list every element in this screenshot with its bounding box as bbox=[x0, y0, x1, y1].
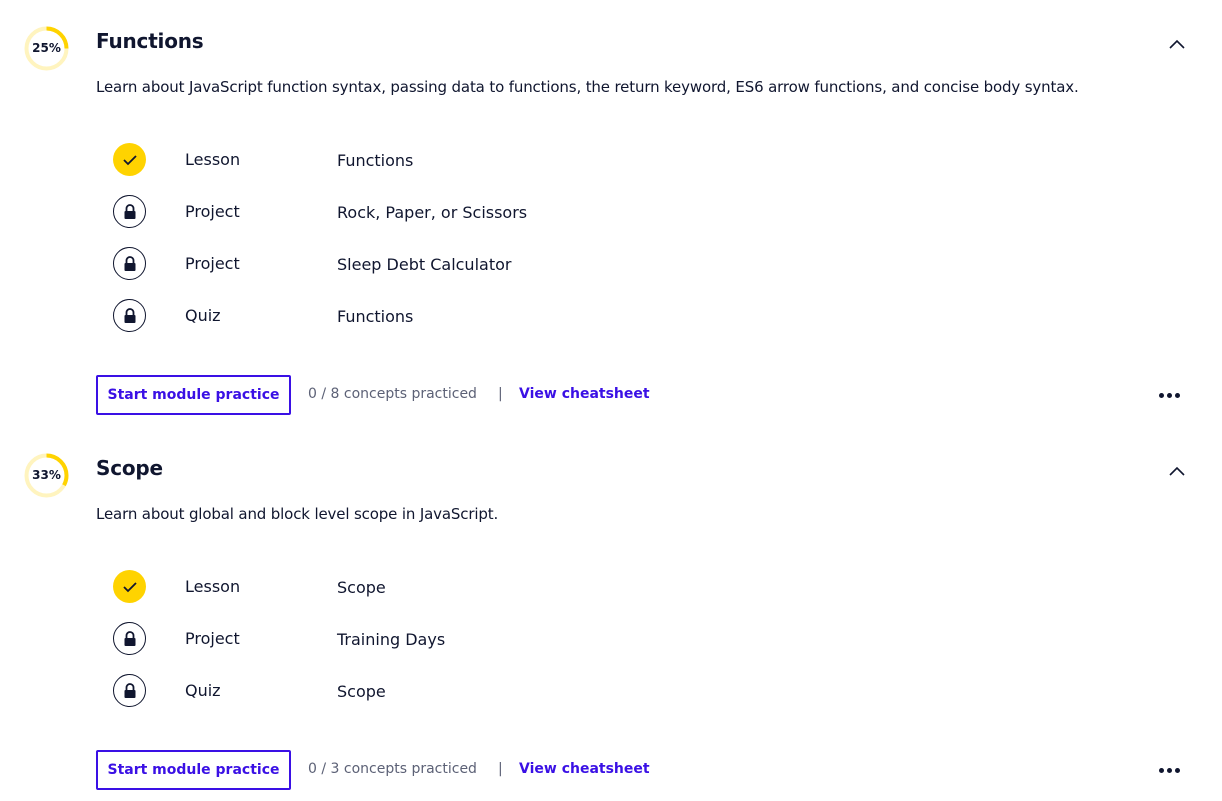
chevron-up-icon bbox=[1169, 39, 1185, 49]
locked-badge bbox=[113, 622, 146, 655]
lock-icon bbox=[124, 630, 135, 646]
view-cheatsheet-link[interactable]: View cheatsheet bbox=[519, 386, 650, 402]
concepts-practiced-count: 0 / 8 concepts practiced bbox=[308, 386, 477, 402]
module-item-list: Lesson Scope Project Training Days Quiz … bbox=[113, 570, 1013, 726]
locked-badge bbox=[113, 674, 146, 707]
module-title: Functions bbox=[96, 29, 204, 53]
check-icon bbox=[122, 154, 137, 165]
start-module-practice-button[interactable]: Start module practice bbox=[96, 375, 291, 415]
module-item-project-training-days[interactable]: Project Training Days bbox=[113, 622, 1013, 674]
more-options-button[interactable] bbox=[1156, 385, 1184, 405]
ellipsis-icon bbox=[1159, 393, 1164, 398]
module-item-quiz-functions[interactable]: Quiz Functions bbox=[113, 299, 1013, 351]
item-name-label: Functions bbox=[337, 151, 414, 170]
module-item-lesson-scope[interactable]: Lesson Scope bbox=[113, 570, 1013, 622]
separator: | bbox=[498, 761, 503, 777]
item-type-label: Project bbox=[185, 254, 240, 273]
ellipsis-icon-dot bbox=[1167, 393, 1172, 398]
collapse-module-button[interactable] bbox=[1163, 457, 1191, 485]
lock-icon bbox=[124, 682, 135, 698]
locked-badge bbox=[113, 299, 146, 332]
item-type-label: Project bbox=[185, 202, 240, 221]
start-module-practice-button[interactable]: Start module practice bbox=[96, 750, 291, 790]
item-type-label: Lesson bbox=[185, 150, 241, 169]
module-functions: 25% Functions Learn about JavaScript fun… bbox=[0, 0, 1222, 427]
lock-icon bbox=[124, 255, 135, 271]
completed-badge bbox=[113, 570, 146, 603]
check-icon bbox=[122, 581, 137, 592]
collapse-module-button[interactable] bbox=[1163, 30, 1191, 58]
item-type-label: Project bbox=[185, 629, 240, 648]
chevron-up-icon bbox=[1169, 466, 1185, 476]
module-item-project-sleep-debt-calculator[interactable]: Project Sleep Debt Calculator bbox=[113, 247, 1013, 299]
lock-icon bbox=[124, 203, 135, 219]
item-name-label: Sleep Debt Calculator bbox=[337, 255, 512, 274]
module-description: Learn about global and block level scope… bbox=[96, 505, 499, 523]
ellipsis-icon-dot bbox=[1175, 768, 1180, 773]
item-type-label: Lesson bbox=[185, 577, 241, 596]
item-name-label: Scope bbox=[337, 682, 386, 701]
ellipsis-icon-dot bbox=[1167, 768, 1172, 773]
module-title: Scope bbox=[96, 456, 163, 480]
more-options-button[interactable] bbox=[1156, 760, 1184, 780]
module-item-project-rock-paper-scissors[interactable]: Project Rock, Paper, or Scissors bbox=[113, 195, 1013, 247]
locked-badge bbox=[113, 247, 146, 280]
module-scope: 33% Scope Learn about global and block l… bbox=[0, 427, 1222, 801]
item-name-label: Training Days bbox=[337, 630, 446, 649]
module-progress-ring: 25% bbox=[24, 26, 69, 71]
item-name-label: Rock, Paper, or Scissors bbox=[337, 203, 528, 222]
module-footer: Start module practice 0 / 3 concepts pra… bbox=[96, 750, 1196, 790]
module-item-quiz-scope[interactable]: Quiz Scope bbox=[113, 674, 1013, 726]
locked-badge bbox=[113, 195, 146, 228]
ellipsis-icon-dot bbox=[1175, 393, 1180, 398]
item-name-label: Scope bbox=[337, 578, 386, 597]
module-progress-ring: 33% bbox=[24, 453, 69, 498]
item-type-label: Quiz bbox=[185, 306, 221, 325]
module-item-list: Lesson Functions Project Rock, Paper, or… bbox=[113, 143, 1013, 351]
separator: | bbox=[498, 386, 503, 402]
view-cheatsheet-link[interactable]: View cheatsheet bbox=[519, 761, 650, 777]
item-type-label: Quiz bbox=[185, 681, 221, 700]
module-item-lesson-functions[interactable]: Lesson Functions bbox=[113, 143, 1013, 195]
concepts-practiced-count: 0 / 3 concepts practiced bbox=[308, 761, 477, 777]
progress-percent-label: 25% bbox=[32, 41, 61, 55]
ellipsis-icon bbox=[1159, 768, 1164, 773]
completed-badge bbox=[113, 143, 146, 176]
module-footer: Start module practice 0 / 8 concepts pra… bbox=[96, 375, 1196, 415]
item-name-label: Functions bbox=[337, 307, 414, 326]
progress-percent-label: 33% bbox=[32, 468, 61, 482]
lock-icon bbox=[124, 307, 135, 323]
module-description: Learn about JavaScript function syntax, … bbox=[96, 78, 1079, 96]
